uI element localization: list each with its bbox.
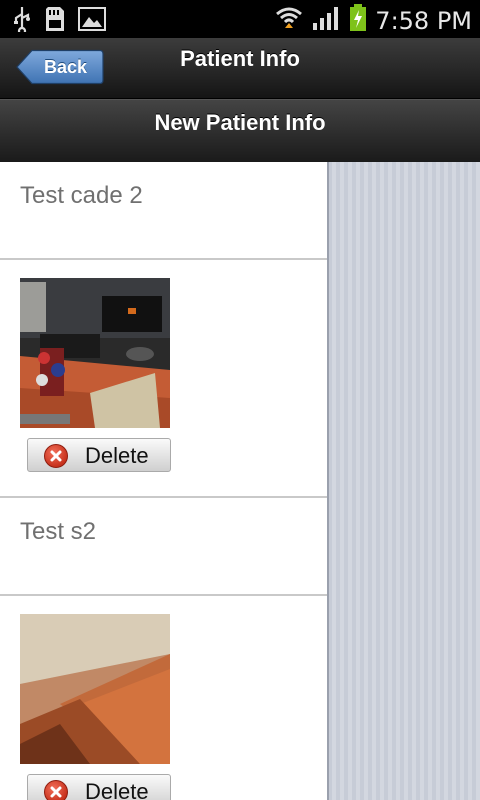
- status-bar: 7:58 PM: [0, 0, 480, 38]
- battery-charging-icon: [349, 4, 367, 37]
- photo-thumbnail[interactable]: [20, 278, 170, 428]
- section-header: New Patient Info: [0, 99, 480, 162]
- delete-button[interactable]: Delete: [27, 438, 171, 472]
- list-item: Delete: [0, 596, 327, 800]
- photo-thumbnail[interactable]: [20, 614, 170, 764]
- delete-button[interactable]: Delete: [27, 774, 171, 800]
- delete-button-label: Delete: [85, 779, 149, 800]
- title-bar: Back Patient Info: [0, 38, 480, 99]
- delete-icon: [44, 444, 68, 468]
- sd-card-icon: [44, 6, 66, 37]
- list-item[interactable]: Test cade 2: [0, 162, 327, 260]
- page-title: Patient Info: [180, 46, 300, 71]
- image-icon: [78, 7, 106, 36]
- patient-info-list: Test cade 2 Delete Test s2 Delete: [0, 162, 329, 800]
- list-item-text: Test s2: [20, 518, 97, 545]
- list-item-text: Test cade 2: [20, 182, 143, 209]
- delete-button-label: Delete: [85, 443, 149, 468]
- content-area: Test cade 2 Delete Test s2 Delete: [0, 162, 480, 800]
- delete-icon: [44, 780, 68, 800]
- list-item[interactable]: Test s2: [0, 498, 327, 596]
- usb-icon: [12, 6, 32, 37]
- wifi-icon: [275, 4, 303, 37]
- list-item: Delete: [0, 260, 327, 498]
- status-time: 7:58 PM: [375, 6, 472, 35]
- signal-icon: [311, 5, 341, 36]
- section-title: New Patient Info: [154, 110, 326, 135]
